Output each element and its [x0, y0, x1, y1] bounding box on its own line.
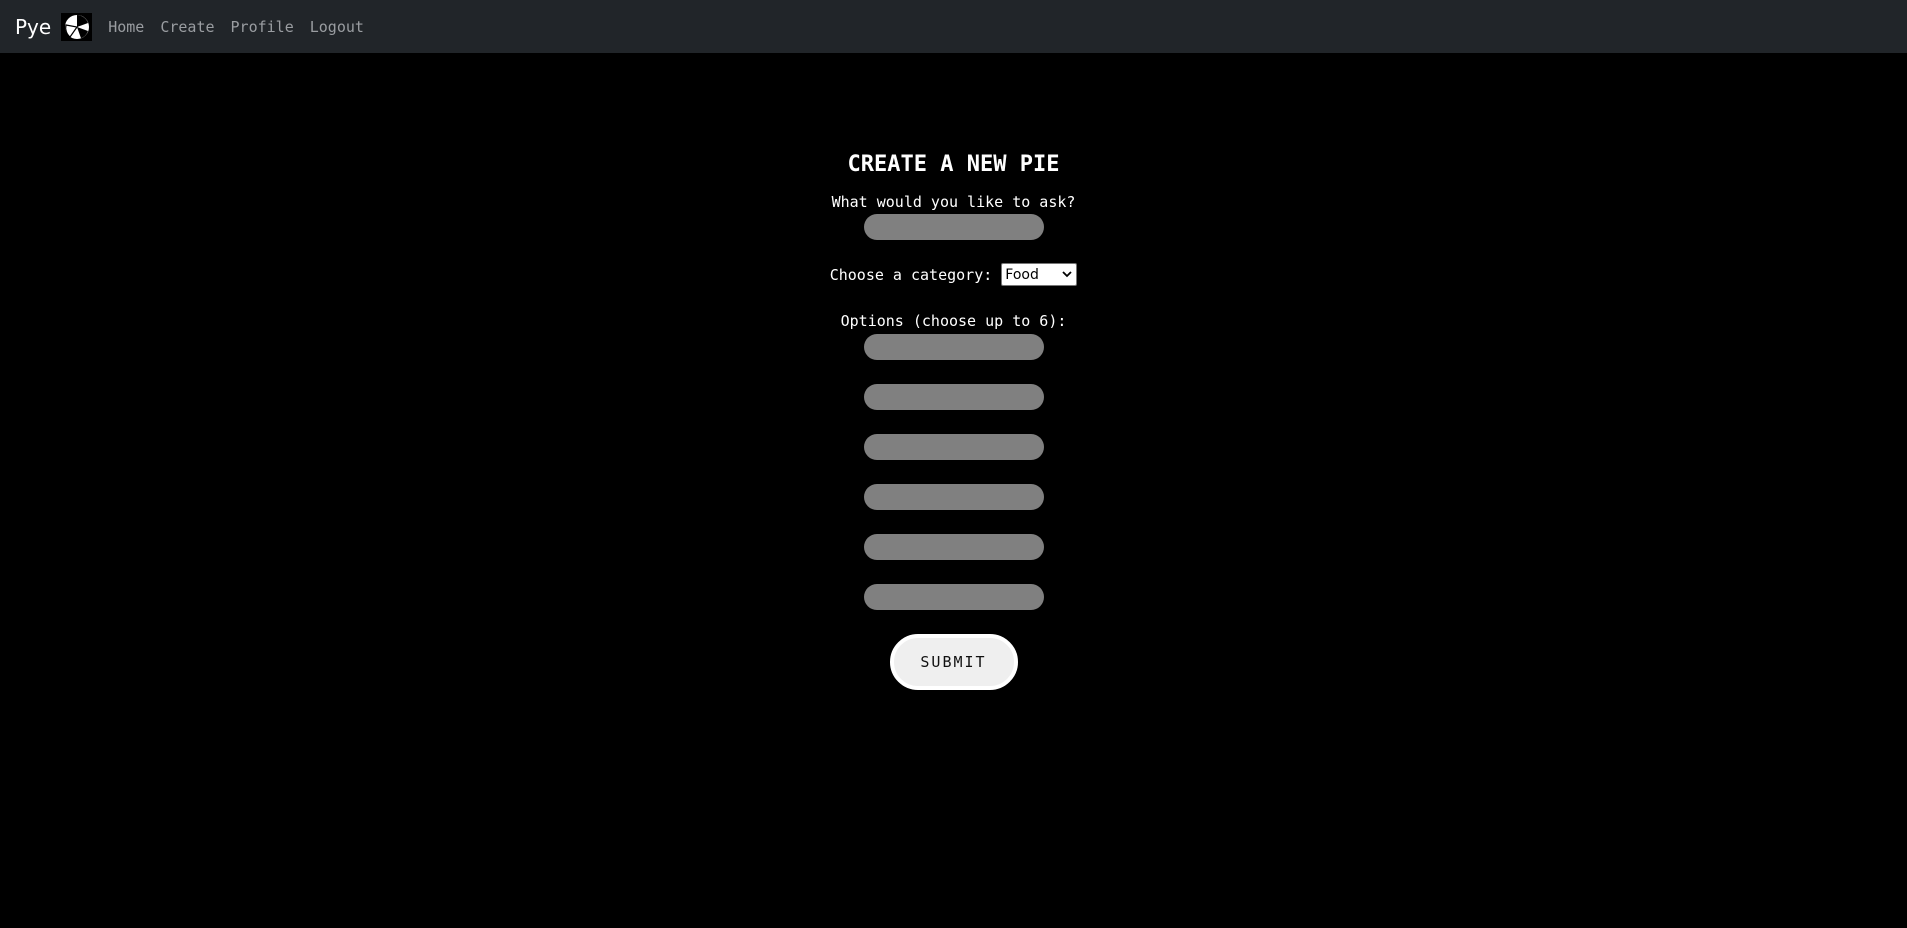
option-input-2[interactable] [863, 384, 1044, 410]
nav-create[interactable]: Create [160, 18, 214, 36]
navbar: Pye Home Create Profile Logout [0, 0, 1907, 53]
nav-profile[interactable]: Profile [231, 18, 294, 36]
nav-home[interactable]: Home [108, 18, 144, 36]
nav-logout[interactable]: Logout [310, 18, 364, 36]
option-input-5[interactable] [863, 534, 1044, 560]
brand-name: Pye [15, 14, 52, 39]
page-title: CREATE A NEW PIE [847, 152, 1060, 177]
question-label: What would you like to ask? [831, 193, 1076, 211]
option-input-3[interactable] [863, 434, 1044, 460]
category-select[interactable]: Food [1001, 263, 1078, 286]
options-label: Options (choose up to 6): [840, 312, 1067, 330]
option-input-6[interactable] [863, 584, 1044, 610]
category-selected-value: Food [1005, 266, 1039, 283]
category-row: Choose a category: Food [830, 263, 1078, 286]
option-input-4[interactable] [863, 484, 1044, 510]
chevron-down-icon [1062, 271, 1072, 278]
submit-button[interactable]: SUBMIT [889, 634, 1018, 690]
brand-link[interactable]: Pye [15, 12, 93, 41]
option-input-1[interactable] [863, 334, 1044, 360]
pie-logo-icon [61, 12, 93, 41]
create-pie-form: CREATE A NEW PIE What would you like to … [0, 53, 1907, 928]
question-input[interactable] [863, 214, 1044, 240]
category-label: Choose a category: [829, 265, 993, 284]
options-list [863, 334, 1044, 610]
